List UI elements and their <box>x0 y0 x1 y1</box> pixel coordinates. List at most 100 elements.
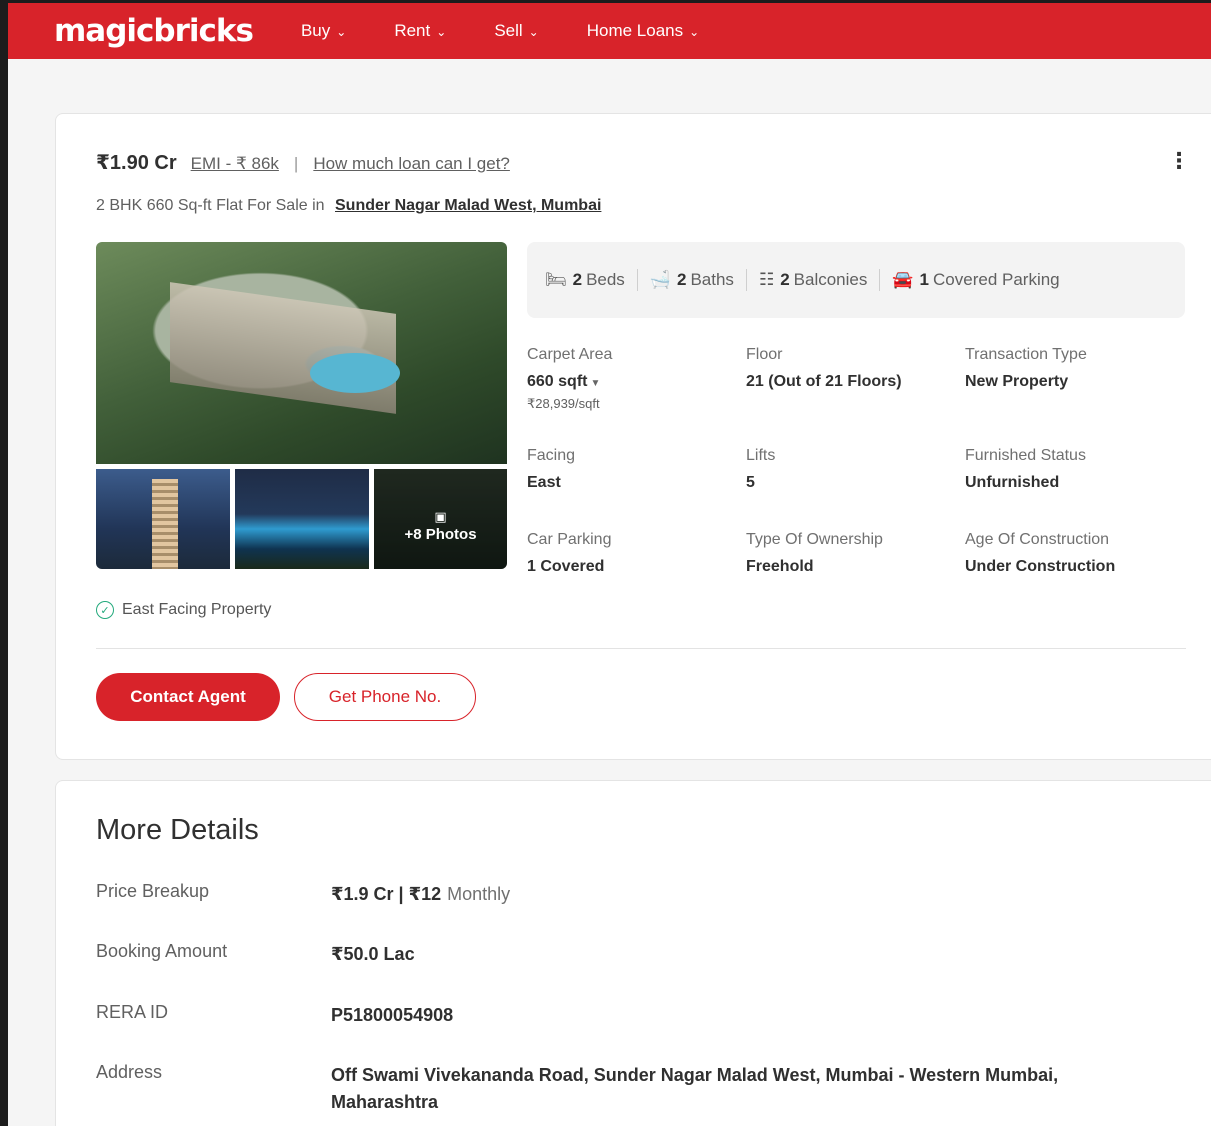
detail-label: Floor <box>746 346 783 363</box>
more-photos-overlay: ▣ +8 Photos <box>374 469 507 569</box>
chevron-down-icon: ⌄ <box>336 25 347 39</box>
separator: | <box>293 154 299 173</box>
main-photo[interactable] <box>96 242 507 464</box>
carpet-area-value: 660 sqft <box>527 373 588 390</box>
nav-home-loans[interactable]: Home Loans ⌄ <box>587 21 699 41</box>
check-circle-icon: ✓ <box>96 601 114 619</box>
listing-title-prefix: 2 BHK 660 Sq-ft Flat For Sale in <box>96 197 325 214</box>
detail-value: 1 Covered <box>527 558 605 575</box>
facing-highlight-label: East Facing Property <box>122 601 272 618</box>
detail-label: Lifts <box>746 447 776 464</box>
row-value: Off Swami Vivekananda Road, Sunder Nagar… <box>331 1065 1059 1112</box>
row-value: ₹50.0 Lac <box>331 944 415 964</box>
price-row: ₹1.90 Cr EMI - ₹ 86k | How much loan can… <box>96 150 510 175</box>
price-breakup-row: Price Breakup ₹1.9 Cr | ₹12 Monthly <box>96 881 1196 908</box>
more-details-card: More Details Price Breakup ₹1.9 Cr | ₹12… <box>55 780 1211 1126</box>
detail-value: Freehold <box>746 558 814 575</box>
bed-icon: 🛏 <box>545 270 567 289</box>
price-breakup-value: ₹1.9 Cr | ₹12 <box>331 884 442 904</box>
more-photos-label: +8 Photos <box>404 525 477 543</box>
detail-value: New Property <box>965 373 1069 390</box>
listing-title: 2 BHK 660 Sq-ft Flat For Sale in Sunder … <box>96 197 601 215</box>
price: ₹1.90 Cr <box>96 152 177 174</box>
beds-label: Beds <box>586 270 625 289</box>
amenity-divider <box>745 269 747 291</box>
row-value: ₹1.9 Cr | ₹12 Monthly <box>331 881 510 908</box>
facing-highlight: ✓ East Facing Property <box>96 601 271 619</box>
detail-value[interactable]: 660 sqft ▼ <box>527 373 747 391</box>
amenity-beds: 🛏 2 Beds <box>545 270 625 290</box>
balconies-count: 2 <box>780 270 790 289</box>
amenity-baths: 🛁 2 Baths <box>650 270 734 290</box>
beds-count: 2 <box>572 270 583 289</box>
price-per-sqft: ₹28,939/sqft <box>527 396 600 411</box>
detail-facing: Facing East <box>527 447 747 492</box>
get-phone-button[interactable]: Get Phone No. <box>294 673 476 721</box>
detail-label: Age Of Construction <box>965 531 1110 548</box>
detail-car-parking: Car Parking 1 Covered <box>527 531 747 576</box>
price-breakup-suffix: Monthly <box>447 884 511 904</box>
nav-buy-label: Buy <box>300 21 331 40</box>
thumbnail-photo-1[interactable] <box>96 469 230 569</box>
balconies-label: Balconies <box>793 270 868 289</box>
amenity-divider <box>879 269 881 291</box>
location-link[interactable]: Sunder Nagar Malad West, Mumbai <box>335 197 601 214</box>
rera-id-row: RERA ID P51800054908 <box>96 1002 1196 1029</box>
detail-furnished-status: Furnished Status Unfurnished <box>965 447 1185 492</box>
bath-icon: 🛁 <box>649 270 671 289</box>
page-frame: magicbricks Buy ⌄ Rent ⌄ Sell ⌄ Home Loa… <box>0 0 1211 1126</box>
detail-transaction-type: Transaction Type New Property <box>965 346 1185 391</box>
magicbricks-logo[interactable]: magicbricks <box>54 13 254 49</box>
detail-label: Type Of Ownership <box>746 531 883 548</box>
detail-value: East <box>527 474 561 491</box>
chevron-down-icon: ▼ <box>590 378 601 389</box>
detail-label: Car Parking <box>527 531 612 548</box>
detail-value: 5 <box>746 474 755 491</box>
nav-home-loans-label: Home Loans <box>586 21 684 40</box>
baths-label: Baths <box>690 270 734 289</box>
row-value: P51800054908 <box>331 1005 454 1025</box>
contact-agent-button[interactable]: Contact Agent <box>96 673 280 721</box>
property-card: ₹1.90 Cr EMI - ₹ 86k | How much loan can… <box>55 113 1211 760</box>
parking-count: 1 <box>919 270 930 289</box>
top-nav-bar: magicbricks Buy ⌄ Rent ⌄ Sell ⌄ Home Loa… <box>8 3 1211 59</box>
building-render <box>169 281 397 414</box>
detail-value: 21 (Out of 21 Floors) <box>746 373 902 390</box>
amenities-summary: 🛏 2 Beds 🛁 2 Baths ☷ 2 Balconies 🚘 1 Cov… <box>527 242 1185 318</box>
nav-sell-label: Sell <box>494 21 523 40</box>
chevron-down-icon: ⌄ <box>689 25 700 39</box>
tower-render <box>152 479 178 569</box>
thumbnail-photo-2[interactable] <box>235 469 369 569</box>
emi-link[interactable]: EMI - ₹ 86k <box>191 154 279 174</box>
detail-label: Transaction Type <box>965 346 1087 363</box>
nav-buy[interactable]: Buy ⌄ <box>301 21 346 41</box>
gallery-icon: ▣ <box>434 508 447 524</box>
row-label: Address <box>96 1062 163 1082</box>
nav-rent-label: Rent <box>394 21 431 40</box>
detail-floor: Floor 21 (Out of 21 Floors) <box>746 346 966 391</box>
detail-lifts: Lifts 5 <box>746 447 966 492</box>
detail-label: Facing <box>527 447 576 464</box>
baths-count: 2 <box>676 270 687 289</box>
amenity-divider <box>636 269 638 291</box>
more-options-icon[interactable]: ⋮ <box>1168 150 1190 172</box>
more-details-title: More Details <box>96 814 259 846</box>
row-label: Booking Amount <box>96 941 228 961</box>
balcony-icon: ☷ <box>758 270 775 289</box>
nav-sell[interactable]: Sell ⌄ <box>494 21 538 41</box>
chevron-down-icon: ⌄ <box>436 25 447 39</box>
nav-rent[interactable]: Rent ⌄ <box>394 21 446 41</box>
detail-label: Carpet Area <box>527 346 613 363</box>
amenity-parking: 🚘 1 Covered Parking <box>892 270 1059 290</box>
pool-render <box>309 353 401 393</box>
loan-eligibility-link[interactable]: How much loan can I get? <box>313 154 510 174</box>
amenity-balconies: ☷ 2 Balconies <box>759 270 867 290</box>
detail-ownership: Type Of Ownership Freehold <box>746 531 966 576</box>
divider <box>96 648 1186 649</box>
address-row: Address Off Swami Vivekananda Road, Sund… <box>96 1062 1196 1116</box>
detail-age-of-construction: Age Of Construction Under Construction <box>965 531 1185 576</box>
row-label: Price Breakup <box>96 881 210 901</box>
booking-amount-row: Booking Amount ₹50.0 Lac <box>96 941 1196 968</box>
thumbnail-photo-more[interactable]: ▣ +8 Photos <box>374 469 507 569</box>
detail-label: Furnished Status <box>965 447 1086 464</box>
